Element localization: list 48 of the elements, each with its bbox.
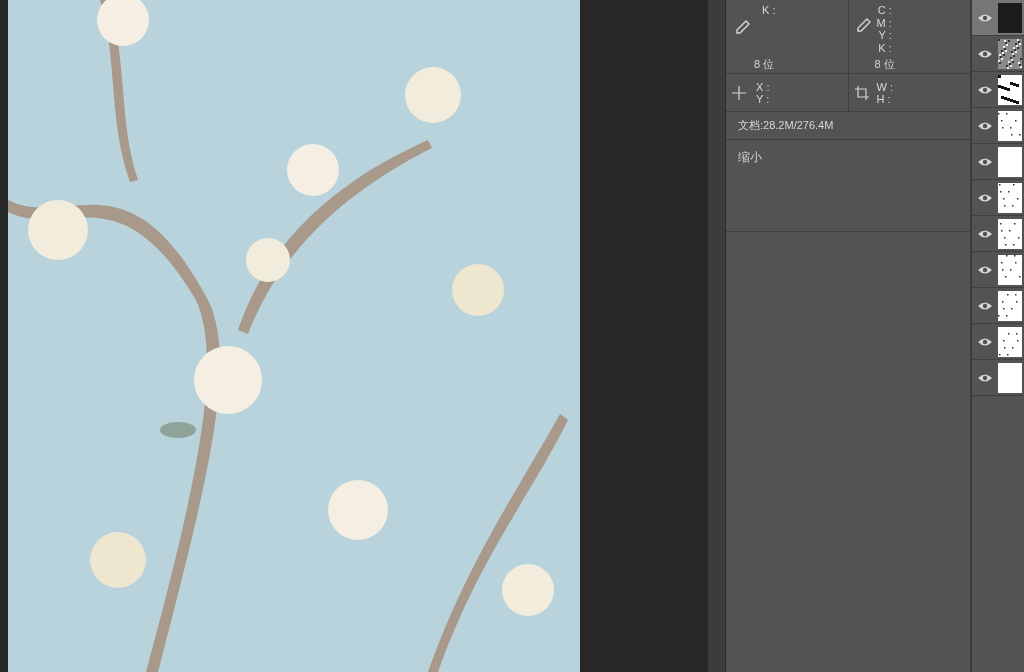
eye-icon[interactable] bbox=[978, 372, 992, 383]
channel-label: K : bbox=[878, 41, 892, 54]
channel-label: Y : bbox=[878, 29, 892, 42]
layer-thumbnail bbox=[998, 326, 1022, 357]
eye-icon[interactable] bbox=[978, 192, 992, 203]
layer-thumbnail bbox=[998, 218, 1022, 249]
eye-icon[interactable] bbox=[978, 84, 992, 95]
layer-thumbnail bbox=[998, 290, 1022, 321]
channel-label: W : bbox=[876, 80, 893, 93]
eye-icon[interactable] bbox=[978, 336, 992, 347]
eye-icon[interactable] bbox=[978, 48, 992, 59]
layer-row[interactable] bbox=[972, 108, 1024, 144]
selection-size-icon bbox=[854, 85, 869, 100]
channel-label: M : bbox=[876, 16, 892, 29]
layer-thumbnail bbox=[998, 74, 1022, 105]
layer-row[interactable] bbox=[972, 36, 1024, 72]
eye-icon[interactable] bbox=[978, 12, 992, 23]
layer-thumbnail bbox=[998, 110, 1022, 141]
eye-icon[interactable] bbox=[978, 120, 992, 131]
channel-label: H : bbox=[876, 92, 892, 105]
layer-row[interactable] bbox=[972, 288, 1024, 324]
bit-depth-label: 8 位 bbox=[874, 57, 895, 72]
channel-label: X : bbox=[756, 80, 770, 93]
crosshair-icon bbox=[732, 85, 748, 100]
eye-icon[interactable] bbox=[978, 300, 992, 311]
channel-label: K : bbox=[762, 4, 776, 16]
channel-label: C : bbox=[877, 4, 892, 17]
layer-row[interactable] bbox=[972, 180, 1024, 216]
layer-row[interactable] bbox=[972, 252, 1024, 288]
document-size-text: 文档:28.2M/276.4M bbox=[738, 118, 834, 134]
layer-row[interactable] bbox=[972, 144, 1024, 180]
layer-thumbnail bbox=[998, 146, 1022, 177]
layer-row[interactable] bbox=[972, 72, 1024, 108]
layer-thumbnail bbox=[998, 254, 1022, 285]
layer-row[interactable] bbox=[972, 216, 1024, 252]
bit-depth-label: 8 位 bbox=[754, 57, 775, 72]
layer-thumbnail bbox=[998, 2, 1022, 33]
layer-thumbnail bbox=[998, 38, 1022, 69]
status-text: 缩小 bbox=[738, 150, 762, 164]
layer-thumbnail bbox=[998, 182, 1022, 213]
layer-row[interactable] bbox=[972, 0, 1024, 36]
channel-label: Y : bbox=[756, 92, 770, 105]
eye-icon[interactable] bbox=[978, 264, 992, 275]
layer-thumbnail bbox=[998, 362, 1022, 393]
eye-icon[interactable] bbox=[978, 228, 992, 239]
eye-icon[interactable] bbox=[978, 156, 992, 167]
layer-row[interactable] bbox=[972, 324, 1024, 360]
layer-row[interactable] bbox=[972, 360, 1024, 396]
